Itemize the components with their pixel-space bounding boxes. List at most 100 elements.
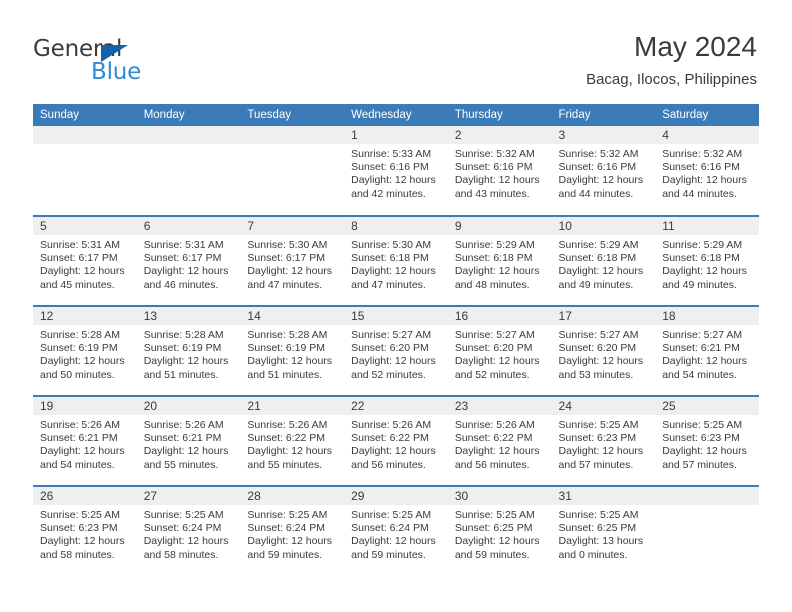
sun-info-line: Daylight: 12 hours [454, 355, 540, 368]
day-number: 9 [447, 217, 552, 235]
day-cell[interactable]: 12 Sunrise: 5:28 AM Sunset: 6:19 PM Dayligh… [33, 305, 137, 396]
sun-info-line: Sunset: 6:22 PM [247, 432, 326, 445]
day-number: 3 [551, 126, 656, 144]
sun-info-line: Sunrise: 5:28 AM [40, 329, 120, 341]
day-cell[interactable]: 20 Sunrise: 5:26 AM Sunset: 6:21 PM Dayligh… [136, 395, 241, 486]
day-cell[interactable]: 18 Sunrise: 5:27 AM Sunset: 6:21 PM Dayligh… [655, 305, 759, 396]
calendar-head: Sunday Monday Tuesday Wednesday Thursday Frid… [33, 104, 759, 126]
day-cell[interactable]: 29 Sunrise: 5:25 AM Sunset: 6:24 PM Dayligh… [344, 485, 448, 576]
day-cell[interactable]: 25 Sunrise: 5:25 AM Sunset: 6:23 PM Dayligh… [655, 395, 759, 486]
weekday-header-friday: Friday [551, 104, 656, 126]
sun-info-line: Sunset: 6:16 PM [558, 161, 637, 174]
sun-info: Sunrise: 5:28 AM Sunset: 6:19 PM Daylight:… [240, 325, 344, 382]
day-cell[interactable]: 16 Sunrise: 5:27 AM Sunset: 6:20 PM Dayligh… [447, 305, 552, 396]
sun-info-line: and 43 minutes. [454, 187, 530, 200]
sun-info-line: Sunrise: 5:25 AM [143, 509, 224, 521]
day-cell[interactable]: 14 Sunrise: 5:28 AM Sunset: 6:19 PM Dayligh… [240, 305, 345, 396]
calendar-week-row: 1 Sunrise: 5:33 AM Sunset: 6:16 PM Daylight… [33, 126, 759, 216]
sun-info-line: Sunrise: 5:31 AM [143, 239, 224, 251]
day-cell[interactable]: 17 Sunrise: 5:27 AM Sunset: 6:20 PM Dayligh… [551, 305, 656, 396]
sun-info: Sunrise: 5:26 AM Sunset: 6:22 PM Daylight:… [344, 415, 448, 472]
sun-info-line: Daylight: 12 hours [351, 355, 436, 368]
calendar-page: General Blue May 2024 Bacag, Ilocos, Phi… [0, 0, 792, 612]
sun-info-line: and 59 minutes. [247, 548, 323, 561]
sun-info-line: and 55 minutes. [143, 458, 219, 471]
day-cell[interactable]: 8 Sunrise: 5:30 AM Sunset: 6:18 PM Daylight… [344, 215, 448, 306]
day-number: 24 [551, 397, 656, 415]
day-cell[interactable]: 24 Sunrise: 5:25 AM Sunset: 6:23 PM Dayligh… [551, 395, 656, 486]
day-cell[interactable]: 13 Sunrise: 5:28 AM Sunset: 6:19 PM Dayligh… [136, 305, 241, 396]
sun-info-line: Sunrise: 5:29 AM [454, 239, 535, 251]
weekday-header-row: Sunday Monday Tuesday Wednesday Thursday Frid… [33, 104, 759, 126]
sun-info: Sunrise: 5:25 AM Sunset: 6:25 PM Daylight:… [448, 505, 552, 562]
sun-info-line: and 53 minutes. [558, 368, 634, 381]
calendar-table: Sunday Monday Tuesday Wednesday Thursday Frid… [33, 104, 759, 576]
sun-info-line: Daylight: 12 hours [143, 355, 229, 368]
general-blue-logo[interactable]: General Blue [33, 36, 233, 88]
day-cell[interactable]: 30 Sunrise: 5:25 AM Sunset: 6:25 PM Dayligh… [447, 485, 552, 576]
day-number: 21 [240, 397, 345, 415]
weekday-header-sunday: Sunday [33, 104, 137, 126]
sun-info [655, 505, 759, 509]
sun-info-line: Daylight: 12 hours [558, 445, 644, 458]
sun-info-line: Daylight: 12 hours [351, 535, 436, 548]
day-cell[interactable]: 2 Sunrise: 5:32 AM Sunset: 6:16 PM Daylight… [447, 126, 552, 216]
page-title: May 2024 [634, 31, 757, 62]
calendar-body: 1 Sunrise: 5:33 AM Sunset: 6:16 PM Daylight… [33, 126, 759, 576]
day-cell[interactable]: 11 Sunrise: 5:29 AM Sunset: 6:18 PM Dayligh… [655, 215, 759, 306]
day-cell[interactable]: 10 Sunrise: 5:29 AM Sunset: 6:18 PM Dayligh… [551, 215, 656, 306]
calendar-week-row: 26 Sunrise: 5:25 AM Sunset: 6:23 PM Dayligh… [33, 485, 759, 576]
sun-info-line: Sunset: 6:16 PM [454, 161, 533, 174]
day-cell[interactable]: 28 Sunrise: 5:25 AM Sunset: 6:24 PM Dayligh… [240, 485, 345, 576]
day-cell[interactable]: 15 Sunrise: 5:27 AM Sunset: 6:20 PM Dayligh… [344, 305, 448, 396]
sun-info-line: Sunrise: 5:25 AM [662, 419, 743, 431]
sun-info-line: Sunrise: 5:26 AM [454, 419, 535, 431]
sun-info-line: Sunset: 6:16 PM [662, 161, 740, 174]
sun-info: Sunrise: 5:28 AM Sunset: 6:19 PM Daylight:… [137, 325, 241, 382]
day-cell[interactable]: 31 Sunrise: 5:25 AM Sunset: 6:25 PM Dayligh… [551, 485, 656, 576]
sun-info-line: Daylight: 12 hours [454, 265, 540, 278]
day-cell[interactable]: 6 Sunrise: 5:31 AM Sunset: 6:17 PM Daylight… [136, 215, 241, 306]
day-cell[interactable]: 22 Sunrise: 5:26 AM Sunset: 6:22 PM Dayligh… [344, 395, 448, 486]
day-cell[interactable]: 7 Sunrise: 5:30 AM Sunset: 6:17 PM Daylight… [240, 215, 345, 306]
day-number: 1 [344, 126, 448, 144]
day-cell[interactable]: 9 Sunrise: 5:29 AM Sunset: 6:18 PM Daylight… [447, 215, 552, 306]
sun-info: Sunrise: 5:25 AM Sunset: 6:24 PM Daylight:… [344, 505, 448, 562]
sun-info-line: Daylight: 12 hours [454, 174, 540, 187]
day-cell[interactable]: 1 Sunrise: 5:33 AM Sunset: 6:16 PM Daylight… [344, 126, 448, 216]
day-cell[interactable]: 26 Sunrise: 5:25 AM Sunset: 6:23 PM Dayligh… [33, 485, 137, 576]
sun-info: Sunrise: 5:25 AM Sunset: 6:24 PM Daylight:… [137, 505, 241, 562]
sun-info: Sunrise: 5:32 AM Sunset: 6:16 PM Daylight:… [655, 144, 759, 201]
sun-info-line: Sunset: 6:19 PM [40, 342, 118, 355]
sun-info-line: and 44 minutes. [662, 187, 737, 200]
sun-info-line: Daylight: 12 hours [40, 355, 125, 368]
sun-info-line: Sunrise: 5:27 AM [454, 329, 535, 341]
sun-info-line: Sunrise: 5:25 AM [454, 509, 535, 521]
sun-info-line: Sunrise: 5:26 AM [351, 419, 432, 431]
day-cell[interactable]: 21 Sunrise: 5:26 AM Sunset: 6:22 PM Dayligh… [240, 395, 345, 486]
sun-info-line: Sunset: 6:20 PM [351, 342, 429, 355]
day-cell[interactable]: 3 Sunrise: 5:32 AM Sunset: 6:16 PM Daylight… [551, 126, 656, 216]
sun-info-line: Daylight: 12 hours [454, 445, 540, 458]
sun-info-line: Daylight: 12 hours [351, 445, 436, 458]
day-cell[interactable]: 19 Sunrise: 5:26 AM Sunset: 6:21 PM Dayligh… [33, 395, 137, 486]
sun-info: Sunrise: 5:31 AM Sunset: 6:17 PM Daylight:… [33, 235, 137, 292]
day-number: 10 [551, 217, 656, 235]
day-cell[interactable]: 23 Sunrise: 5:26 AM Sunset: 6:22 PM Dayligh… [447, 395, 552, 486]
day-number: 6 [136, 217, 241, 235]
sun-info-line: Sunset: 6:24 PM [351, 522, 429, 535]
day-cell[interactable]: 4 Sunrise: 5:32 AM Sunset: 6:16 PM Daylight… [655, 126, 759, 216]
sun-info-line: Sunset: 6:23 PM [558, 432, 637, 445]
logo-text-blue: Blue [91, 59, 142, 85]
day-cell[interactable]: 27 Sunrise: 5:25 AM Sunset: 6:24 PM Dayligh… [136, 485, 241, 576]
sun-info [33, 144, 137, 148]
day-number: 15 [344, 307, 448, 325]
sun-info: Sunrise: 5:29 AM Sunset: 6:18 PM Daylight:… [552, 235, 656, 292]
sun-info: Sunrise: 5:27 AM Sunset: 6:20 PM Daylight:… [448, 325, 552, 382]
sun-info-line: Sunset: 6:25 PM [558, 522, 637, 535]
sun-info-line: Daylight: 12 hours [143, 535, 229, 548]
sun-info-line: Daylight: 12 hours [662, 265, 747, 278]
day-number: 2 [447, 126, 552, 144]
sun-info-line: Sunrise: 5:26 AM [247, 419, 328, 431]
day-cell[interactable]: 5 Sunrise: 5:31 AM Sunset: 6:17 PM Daylight… [33, 215, 137, 306]
